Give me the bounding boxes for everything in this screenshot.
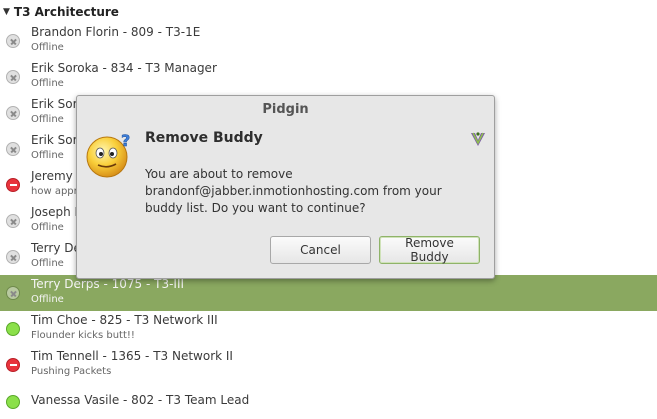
offline-status-icon [6,214,20,228]
buddy-name: Brandon Florin - 809 - T3-1E [31,25,201,39]
available-status-icon [6,395,20,409]
busy-status-icon [6,358,20,372]
buddy-name: Terry De [31,241,81,255]
buddy-name: Erik Sor [31,97,78,111]
buddy-row[interactable]: Tim Choe - 825 - T3 Network III Flounder… [0,311,657,347]
buddy-status-text: Offline [31,150,64,161]
remove-buddy-dialog: Pidgin ? Remove Buddy You are about to r… [76,95,495,279]
offline-status-icon [6,70,20,84]
group-header[interactable]: ▼ T3 Architecture [0,0,657,24]
buddy-name: Tim Tennell - 1365 - T3 Network II [31,349,233,363]
buddy-row[interactable]: Erik Soroka - 834 - T3 Manager Offline [0,59,657,95]
offline-status-icon [6,106,20,120]
buddy-status-text: Flounder kicks butt!! [31,330,135,341]
buddy-name: Tim Choe - 825 - T3 Network III [31,313,218,327]
buddy-status-text: how appr [31,186,78,197]
cancel-button[interactable]: Cancel [270,236,371,264]
buddy-name: Erik Soroka - 834 - T3 Manager [31,61,217,75]
buddy-row[interactable]: Tim Tennell - 1365 - T3 Network II Pushi… [0,347,657,383]
svg-text:?: ? [121,132,130,150]
buddy-status-text: Offline [31,78,64,89]
buddy-status-text: Pushing Packets [31,366,112,377]
buddy-status-text: Offline [31,114,64,125]
offline-status-icon [6,34,20,48]
remove-buddy-button[interactable]: Remove Buddy [379,236,480,264]
dialog-heading: Remove Buddy [145,130,263,146]
dialog-titlebar[interactable]: Pidgin [77,96,494,123]
confused-smiley-icon: ? [86,132,131,178]
expand-triangle-icon[interactable]: ▼ [3,7,10,17]
available-status-icon [6,322,20,336]
buddy-status-text: Offline [31,42,64,53]
group-title: T3 Architecture [13,5,119,19]
buddy-name: Erik Sor [31,133,78,147]
buddy-status-text: Offline [31,222,64,233]
busy-status-icon [6,178,20,192]
buddy-name: Jeremy I [31,169,81,183]
pidgin-icon [471,132,485,146]
buddy-row[interactable]: Vanessa Vasile - 802 - T3 Team Lead [0,383,657,419]
buddy-name: Vanessa Vasile - 802 - T3 Team Lead [31,393,250,407]
offline-status-icon [6,286,20,300]
buddy-row[interactable]: Brandon Florin - 809 - T3-1E Offline [0,23,657,59]
buddy-name: Terry Derps - 1075 - T3-III [31,277,185,291]
offline-status-icon [6,142,20,156]
offline-status-icon [6,250,20,264]
buddy-status-text: Offline [31,258,64,269]
dialog-message: You are about to remove brandonf@jabber.… [145,167,442,215]
buddy-row-selected[interactable]: Terry Derps - 1075 - T3-III Offline [0,275,657,311]
buddy-status-text: Offline [31,294,64,305]
